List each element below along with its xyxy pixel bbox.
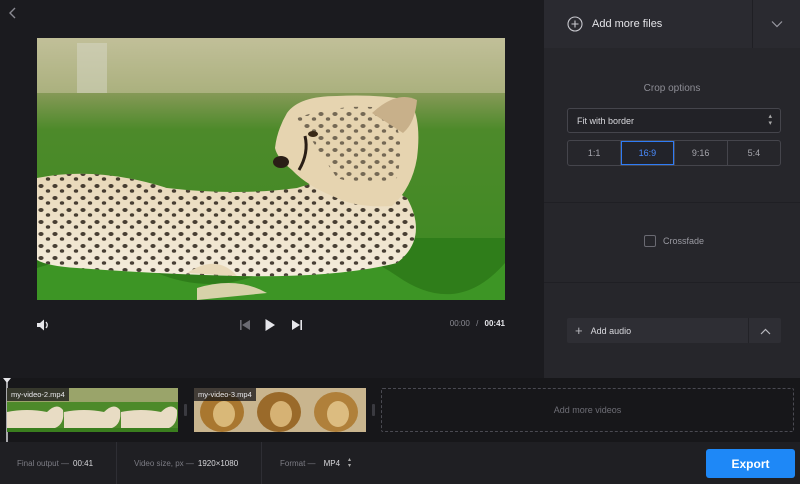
divider xyxy=(261,442,262,484)
ratio-option-1-1[interactable]: 1:1 xyxy=(568,141,622,165)
crossfade-section: Crossfade xyxy=(544,203,800,283)
settings-panel: Add more files Crop options Fit with bor… xyxy=(544,0,800,378)
bottom-bar: Final output — 00:41 Video size, px — 19… xyxy=(0,442,800,484)
ratio-option-16-9[interactable]: 16:9 xyxy=(621,141,675,165)
select-arrows-icon: ▴ ▾ xyxy=(768,113,772,127)
video-size-info: Video size, px — 1920×1080 xyxy=(134,442,238,484)
chevron-down-icon xyxy=(771,15,783,33)
chevron-up-icon xyxy=(760,322,771,340)
clip-name: my-video-3.mp4 xyxy=(194,388,256,401)
crossfade-label: Crossfade xyxy=(663,236,705,246)
add-more-files-label: Add more files xyxy=(592,18,663,30)
export-button[interactable]: Export xyxy=(706,449,795,478)
add-more-files-button[interactable]: Add more files xyxy=(544,0,752,48)
add-audio-label: Add audio xyxy=(590,325,632,336)
crop-options-title: Crop options xyxy=(643,83,701,94)
final-output-label: Final output — xyxy=(17,458,70,468)
video-player: 00:00 / 00:41 xyxy=(0,0,544,378)
player-controls: 00:00 / 00:41 xyxy=(0,314,544,336)
aspect-ratio-group: 1:1 16:9 9:16 5:4 xyxy=(567,140,781,166)
final-output-value: 00:41 xyxy=(73,458,94,468)
crop-options-section: Crop options Fit with border ▴ ▾ 1:1 16:9… xyxy=(544,48,800,203)
video-size-label: Video size, px — xyxy=(134,458,194,468)
time-separator: / xyxy=(476,319,479,328)
crop-mode-value: Fit with border xyxy=(577,116,635,126)
timeline-clip[interactable]: my-video-3.mp4 xyxy=(194,388,366,432)
audio-row: + Add audio xyxy=(567,318,781,343)
clip-name: my-video-2.mp4 xyxy=(7,388,69,401)
ratio-option-9-16[interactable]: 9:16 xyxy=(675,141,728,165)
timecode: 00:00 / 00:41 xyxy=(450,319,505,328)
crossfade-toggle[interactable]: Crossfade xyxy=(644,235,704,247)
total-time: 00:41 xyxy=(484,319,505,328)
play-icon[interactable] xyxy=(262,317,278,333)
audio-collapse-toggle[interactable] xyxy=(748,318,781,343)
clip-trim-handle[interactable] xyxy=(372,404,375,416)
timeline-clip[interactable]: my-video-2.mp4 xyxy=(7,388,178,432)
cheetah-video-frame xyxy=(37,38,505,300)
plus-circle-icon xyxy=(567,16,583,32)
skip-forward-icon[interactable] xyxy=(289,317,305,333)
volume-icon[interactable] xyxy=(35,317,51,333)
timeline: my-video-2.mp4 my-video-3.mp4 Add more v… xyxy=(0,378,800,442)
video-preview[interactable] xyxy=(37,38,505,300)
current-time: 00:00 xyxy=(449,319,470,328)
video-size-value: 1920×1080 xyxy=(197,458,239,468)
add-audio-button[interactable]: + Add audio xyxy=(567,318,747,343)
back-chevron-icon[interactable] xyxy=(6,6,20,20)
clip-trim-handle[interactable] xyxy=(184,404,187,416)
crossfade-checkbox[interactable] xyxy=(644,235,656,247)
crop-mode-select[interactable]: Fit with border ▴ ▾ xyxy=(567,108,781,133)
format-value: MP4 xyxy=(323,458,341,468)
format-label: Format — xyxy=(280,458,316,468)
files-dropdown-toggle[interactable] xyxy=(752,0,800,48)
select-arrows-icon: ▴ ▾ xyxy=(348,457,352,469)
add-more-videos-dropzone[interactable]: Add more videos xyxy=(381,388,794,432)
ratio-option-5-4[interactable]: 5:4 xyxy=(728,141,780,165)
format-select[interactable]: Format — MP4 ▴ ▾ xyxy=(280,442,351,484)
plus-icon: + xyxy=(575,322,583,338)
divider xyxy=(116,442,117,484)
skip-back-icon[interactable] xyxy=(237,317,253,333)
final-output-info: Final output — 00:41 xyxy=(17,442,93,484)
